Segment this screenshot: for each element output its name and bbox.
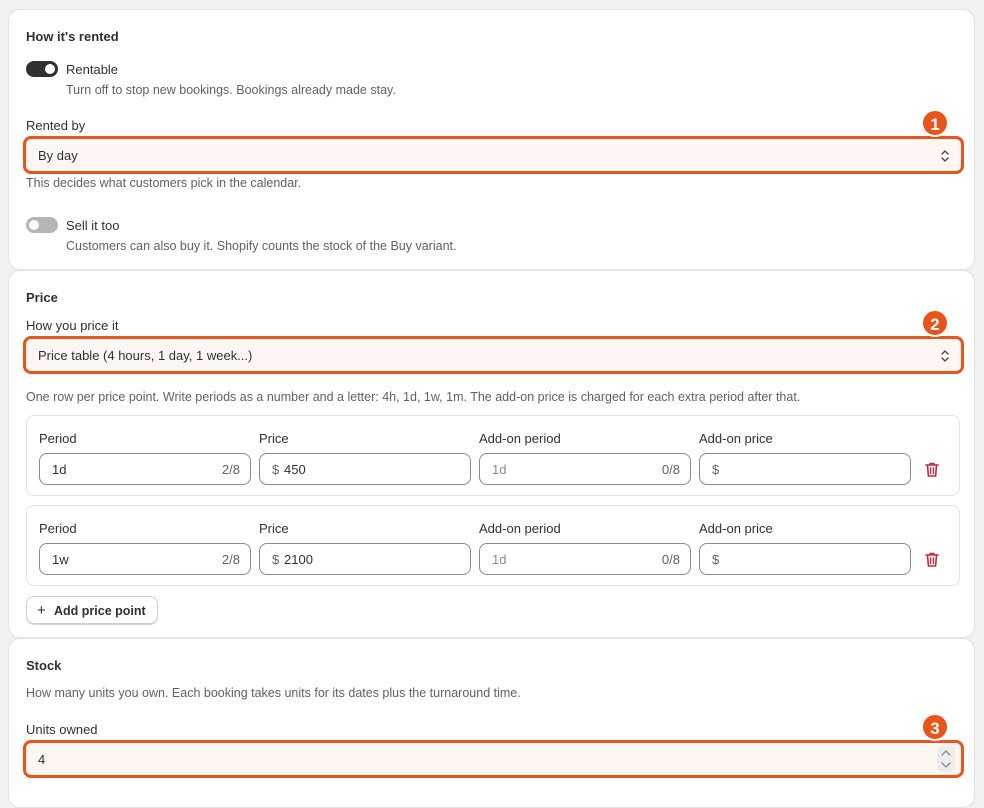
sell-it-too-help: Customers can also buy it. Shopify count… [66, 239, 457, 253]
addon-price-label: Add-on price [699, 431, 773, 446]
sell-it-too-label: Sell it too [66, 218, 120, 233]
addon-period-placeholder: 1d [492, 462, 507, 477]
addon-period-label: Add-on period [479, 521, 561, 536]
price-label: Price [259, 521, 289, 536]
addon-period-input[interactable]: 1d 0/8 [479, 453, 691, 485]
chevron-up-down-icon [941, 150, 949, 162]
trash-icon[interactable] [924, 551, 940, 568]
rentable-help: Turn off to stop new bookings. Bookings … [66, 83, 396, 97]
pricing-method-select[interactable]: Price table (4 hours, 1 day, 1 week...) [23, 336, 964, 374]
callout-badge-1: 1 [921, 109, 949, 137]
addon-period-label: Add-on period [479, 431, 561, 446]
currency-prefix: $ [272, 462, 280, 477]
rentable-label: Rentable [66, 62, 119, 77]
addon-period-char-count: 0/8 [661, 462, 680, 477]
rented-by-select[interactable]: By day [23, 136, 964, 174]
price-input[interactable]: $ 450 [259, 453, 471, 485]
period-input[interactable]: 1w 2/8 [39, 543, 251, 575]
period-label: Period [39, 431, 77, 446]
toggle-knob [45, 64, 55, 74]
stock-help: How many units you own. Each booking tak… [26, 686, 521, 700]
units-owned-input[interactable]: 4 [23, 740, 964, 778]
price-value: 2100 [284, 552, 313, 567]
how-you-price-label: How you price it [26, 318, 119, 333]
period-input[interactable]: 1d 2/8 [39, 453, 251, 485]
period-label: Period [39, 521, 77, 536]
rental-heading: How it's rented [26, 29, 119, 44]
sell-it-too-toggle[interactable] [26, 217, 58, 233]
add-price-point-label: Add price point [54, 604, 146, 618]
pricing-method-value: Price table (4 hours, 1 day, 1 week...) [38, 348, 253, 363]
price-label: Price [259, 431, 289, 446]
rented-by-label: Rented by [26, 118, 86, 133]
period-char-count: 2/8 [221, 552, 240, 567]
stock-heading: Stock [26, 658, 62, 673]
price-help: One row per price point. Write periods a… [26, 390, 801, 404]
addon-price-input[interactable]: $ [699, 543, 911, 575]
currency-prefix: $ [272, 552, 280, 567]
addon-period-input[interactable]: 1d 0/8 [479, 543, 691, 575]
addon-price-input[interactable]: $ [699, 453, 911, 485]
currency-prefix: $ [712, 462, 720, 477]
addon-period-placeholder: 1d [492, 552, 507, 567]
price-value: 450 [284, 462, 306, 477]
price-card: Price How you price it Price table (4 ho… [8, 270, 975, 638]
addon-period-char-count: 0/8 [661, 552, 680, 567]
price-heading: Price [26, 290, 58, 305]
addon-price-label: Add-on price [699, 521, 773, 536]
callout-badge-2: 2 [921, 309, 949, 337]
rented-by-value: By day [38, 148, 78, 163]
callout-badge-3: 3 [921, 713, 949, 741]
rental-card: How it's rented Rentable Turn off to sto… [8, 9, 975, 270]
stepper-icon[interactable] [937, 746, 955, 772]
rentable-toggle[interactable] [26, 61, 58, 77]
units-owned-label: Units owned [26, 722, 98, 737]
stock-card: Stock How many units you own. Each booki… [8, 638, 975, 808]
price-input[interactable]: $ 2100 [259, 543, 471, 575]
price-point-row: Period Price Add-on period Add-on price … [26, 505, 960, 586]
period-value: 1w [52, 552, 69, 567]
toggle-knob [29, 220, 39, 230]
add-price-point-button[interactable]: + Add price point [26, 596, 158, 624]
units-owned-value: 4 [38, 752, 46, 767]
period-value: 1d [52, 462, 67, 477]
rented-by-help: This decides what customers pick in the … [26, 176, 302, 190]
price-point-row: Period Price Add-on period Add-on price … [26, 415, 960, 496]
chevron-up-down-icon [941, 750, 951, 768]
currency-prefix: $ [712, 552, 720, 567]
chevron-up-down-icon [941, 350, 949, 362]
trash-icon[interactable] [924, 461, 940, 478]
plus-icon: + [37, 602, 46, 619]
period-char-count: 2/8 [221, 462, 240, 477]
